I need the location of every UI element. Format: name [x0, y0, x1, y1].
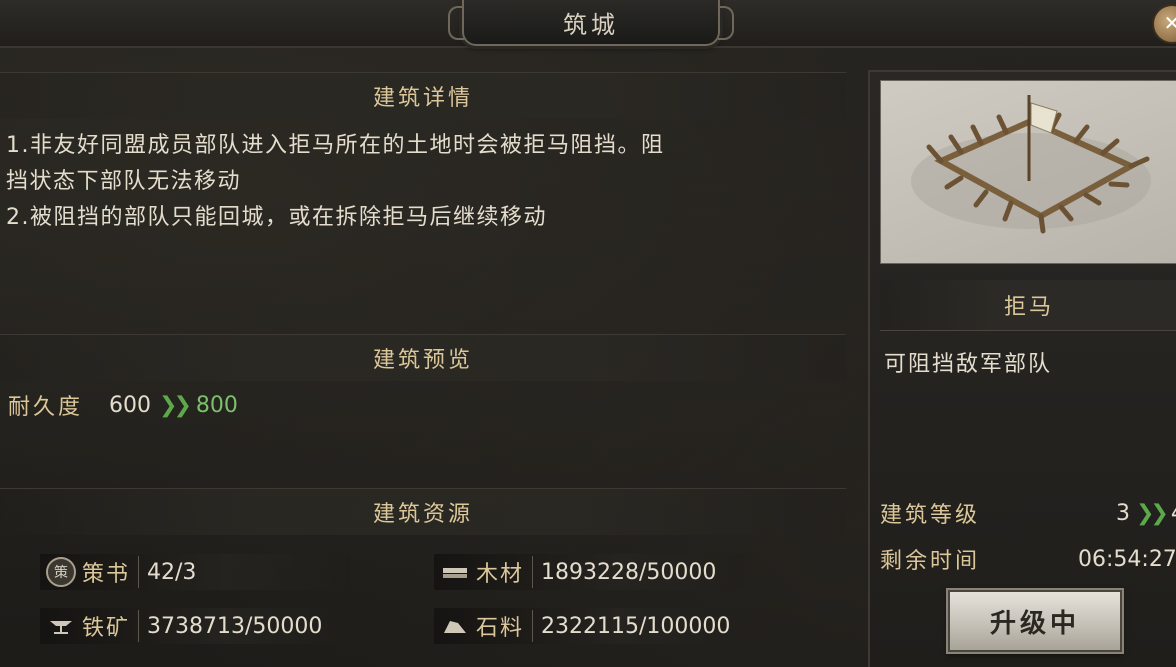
level-next: 4 — [1171, 501, 1176, 526]
resource-value: 2322115/100000 — [541, 613, 731, 639]
title-ornament-left — [448, 6, 464, 40]
strategy-book-icon: 策 — [46, 557, 76, 587]
building-level-label: 建筑等级 — [880, 503, 981, 528]
preview-header: 建筑预览 — [0, 334, 846, 381]
remaining-time-value: 06:54:27 — [1078, 546, 1176, 572]
close-icon: ✕ — [1163, 11, 1176, 35]
build-screen: 筑城 ✕ 建筑详情 1.非友好同盟成员部队进入拒马所在的土地时会被拒马阻挡。阻 … — [0, 0, 1176, 667]
left-panel: 建筑详情 1.非友好同盟成员部队进入拒马所在的土地时会被拒马阻挡。阻 挡状态下部… — [0, 58, 862, 667]
upgrade-button-label: 升级中 — [989, 608, 1080, 639]
resource-name: 石料 — [476, 610, 534, 642]
page-title: 筑城 — [563, 10, 619, 39]
upgrade-in-progress-button[interactable]: 升级中 — [948, 590, 1122, 652]
upgrade-arrow-icon: ❯❯ — [1136, 500, 1169, 526]
top-bar: 筑城 ✕ — [0, 0, 1176, 48]
resource-value: 1893228/50000 — [541, 559, 717, 585]
building-level-row: 建筑等级 3❯❯4 — [880, 496, 1176, 530]
durability-label: 耐久度 — [8, 395, 84, 420]
details-line: 2.被阻挡的部队只能回城，或在拆除拒马后继续移动 — [6, 205, 547, 230]
resources-header: 建筑资源 — [0, 488, 846, 535]
upgrade-arrow-icon: ❯❯ — [159, 392, 192, 418]
details-line: 1.非友好同盟成员部队进入拒马所在的土地时会被拒马阻挡。阻 — [6, 133, 665, 158]
durability-row: 耐久度 600 ❯❯ 800 — [8, 388, 238, 422]
building-name-bar: 拒马 — [880, 280, 1176, 331]
details-title: 建筑详情 — [372, 86, 473, 111]
right-panel: 拒马 可阻挡敌军部队 建筑等级 3❯❯4 剩余时间 06:54:27 升级中 — [868, 70, 1176, 667]
iron-ore-icon — [46, 611, 76, 641]
resource-value: 3738713/50000 — [147, 613, 323, 639]
preview-title: 建筑预览 — [372, 348, 473, 373]
building-name: 拒马 — [1003, 295, 1054, 320]
details-header: 建筑详情 — [0, 72, 846, 119]
resource-strategy-book: 策 策书 42/3 — [40, 554, 350, 590]
remaining-time-row: 剩余时间 06:54:27 — [880, 542, 1176, 576]
building-preview-image — [880, 80, 1176, 264]
stone-icon — [440, 611, 470, 641]
durability-current: 600 — [109, 392, 152, 418]
resource-name: 木材 — [476, 556, 534, 588]
wood-icon — [440, 557, 470, 587]
building-level-value: 3❯❯4 — [1116, 501, 1176, 526]
details-line: 挡状态下部队无法移动 — [6, 169, 242, 194]
building-description: 可阻挡敌军部队 — [884, 352, 1053, 377]
details-text: 1.非友好同盟成员部队进入拒马所在的土地时会被拒马阻挡。阻 挡状态下部队无法移动… — [6, 128, 836, 236]
title-plate: 筑城 — [448, 0, 734, 46]
level-current: 3 — [1116, 500, 1130, 526]
title-ornament-right — [718, 6, 734, 40]
resource-name: 策书 — [82, 556, 140, 588]
resource-value: 42/3 — [147, 559, 197, 585]
durability-next: 800 — [195, 392, 238, 418]
remaining-time-label: 剩余时间 — [880, 549, 981, 574]
resources-title: 建筑资源 — [372, 502, 473, 527]
resource-name: 铁矿 — [82, 610, 140, 642]
resource-stone: 石料 2322115/100000 — [434, 608, 744, 644]
resource-wood: 木材 1893228/50000 — [434, 554, 744, 590]
resource-iron-ore: 铁矿 3738713/50000 — [40, 608, 350, 644]
close-button[interactable]: ✕ — [1152, 4, 1176, 44]
